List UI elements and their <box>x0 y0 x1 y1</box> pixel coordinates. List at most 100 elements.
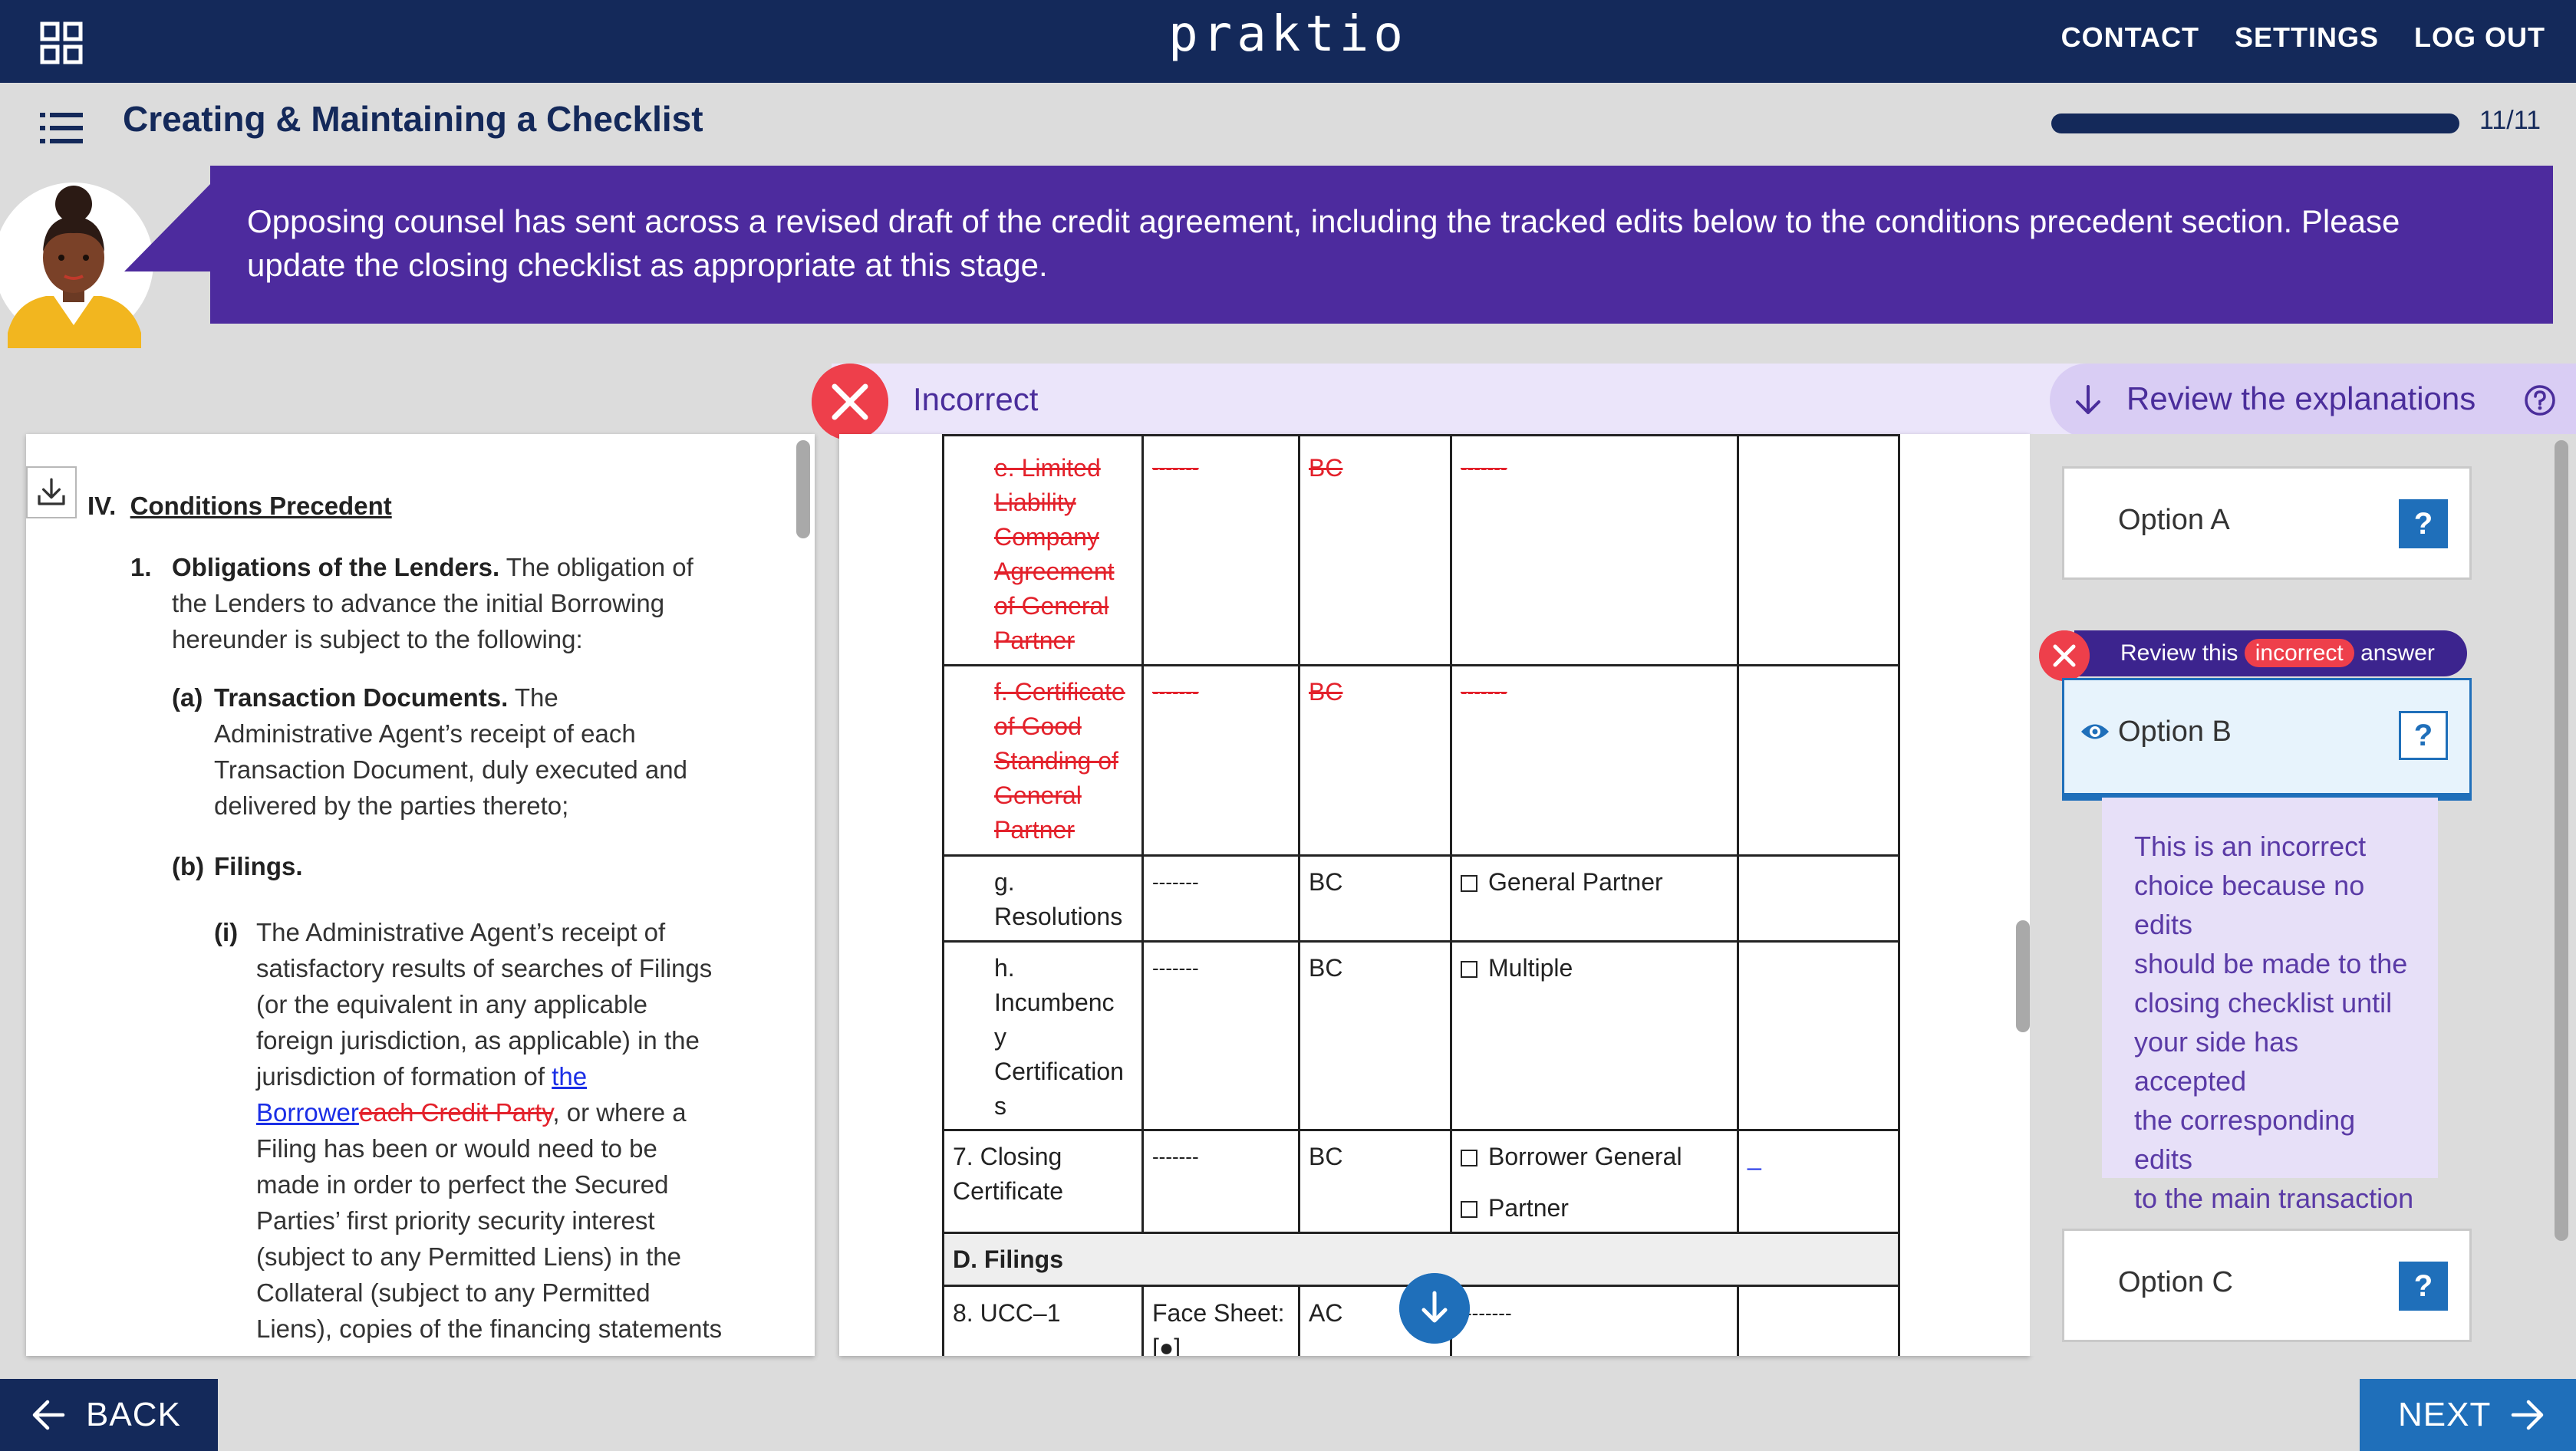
row-h-draft: ------- <box>1152 956 1199 979</box>
option-c-label: Option C <box>2118 1266 2233 1298</box>
eye-icon <box>2081 724 2109 739</box>
row-e-draft: ------- <box>1152 456 1199 479</box>
row-8-responsible: AC <box>1309 1299 1343 1327</box>
status-label: Incorrect <box>913 381 1039 417</box>
next-label: NEXT <box>2398 1396 2492 1433</box>
clause-b-heading: Filings. <box>214 852 303 880</box>
option-a[interactable]: Option A ? <box>2062 466 2472 580</box>
options-scrollbar[interactable] <box>2555 440 2568 1241</box>
table-border <box>942 1129 1900 1131</box>
option-c[interactable]: Option C ? <box>2062 1229 2472 1342</box>
table-border <box>1450 434 1452 1232</box>
row-f-document: f. Certificate of Good Standing of General… <box>994 678 1125 844</box>
option-b[interactable]: Option B ? <box>2062 678 2472 801</box>
paragraph-number: 1. <box>130 553 152 581</box>
row-7-status: _ <box>1748 1143 1761 1170</box>
option-a-help-button[interactable]: ? <box>2399 499 2448 548</box>
option-b-label: Option B <box>2118 716 2232 748</box>
row-g-document: g. Resolutions <box>994 868 1123 930</box>
review-answer-banner[interactable]: Review this incorrect answer <box>2074 630 2467 676</box>
document-scrollbar[interactable] <box>796 440 810 538</box>
top-nav: CONTACT SETTINGS LOG OUT <box>2061 21 2545 54</box>
download-icon[interactable] <box>26 466 77 518</box>
page: praktio CONTACT SETTINGS LOG OUT Creatin… <box>0 0 2576 1451</box>
table-border <box>942 664 1900 666</box>
row-7-document: 7. Closing Certificate <box>953 1143 1064 1205</box>
clause-b-number: (b) <box>172 852 205 880</box>
row-g-responsible: BC <box>1309 868 1343 896</box>
checkbox-icon[interactable] <box>1461 1150 1477 1166</box>
row-7-draft: ------- <box>1152 1145 1199 1168</box>
explanation-box: This is an incorrect choice because no ed… <box>2102 798 2438 1253</box>
next-button[interactable]: NEXT <box>2360 1379 2576 1451</box>
prompt-bubble: Opposing counsel has sent across a revis… <box>210 166 2553 324</box>
clause-i-number: (i) <box>214 918 239 946</box>
row-f-signatory: ------- <box>1461 680 1507 703</box>
speech-tail <box>124 181 213 271</box>
incorrect-icon <box>2039 630 2090 681</box>
clause-i: The Administrative Agent’s receipt of sa… <box>256 918 723 1343</box>
row-f-responsible: BC <box>1309 678 1343 706</box>
checkbox-icon[interactable] <box>1461 1201 1477 1218</box>
top-bar: praktio CONTACT SETTINGS LOG OUT <box>0 0 2576 83</box>
row-7-responsible: BC <box>1309 1143 1343 1170</box>
progress-bar <box>2051 114 2459 133</box>
contact-link[interactable]: CONTACT <box>2061 21 2199 54</box>
table-border <box>942 854 1900 857</box>
arrow-right-icon <box>2511 1400 2544 1430</box>
row-h-document: h. Incumbenc y Certification s <box>994 954 1124 1120</box>
options-panel: Option A ? Review this incorrect answer … <box>2030 434 2576 1356</box>
list-menu-icon[interactable] <box>40 111 83 145</box>
row-f-draft: ------- <box>1152 680 1199 703</box>
table-border <box>1737 434 1739 1232</box>
row-e-signatory: ------- <box>1461 456 1507 479</box>
table-scrollbar[interactable] <box>2016 920 2030 1032</box>
prompt-line-2: update the closing checklist as appropri… <box>247 247 1048 283</box>
section-heading: IV. Conditions Precedent <box>87 488 392 524</box>
table-border <box>1141 434 1144 1356</box>
table-border <box>942 434 1900 436</box>
logout-link[interactable]: LOG OUT <box>2414 21 2545 54</box>
back-button[interactable]: BACK <box>0 1379 218 1451</box>
row-8-document: 8. UCC–1 <box>953 1299 1061 1327</box>
checkbox-icon[interactable] <box>1461 961 1477 978</box>
course-header: Creating & Maintaining a Checklist 11/11 <box>0 83 2576 166</box>
table-border <box>942 434 944 1356</box>
row-h-responsible: BC <box>1309 954 1343 982</box>
tracked-insertion: the <box>552 1062 588 1091</box>
row-e-document: e. Limited Liability Company Agreement of G… <box>994 454 1115 654</box>
course-title: Creating & Maintaining a Checklist <box>123 99 703 139</box>
review-explanations-label[interactable]: Review the explanations <box>2126 380 2476 417</box>
row-8-signatory: ------- <box>1465 1301 1512 1324</box>
arrow-left-icon <box>32 1400 65 1430</box>
checkbox-icon[interactable] <box>1461 875 1477 892</box>
progress-counter: 11/11 <box>2479 106 2541 135</box>
row-e-responsible: BC <box>1309 454 1343 482</box>
scroll-down-button[interactable] <box>1399 1273 1470 1344</box>
row-8-draft: Face Sheet: [●] <box>1152 1299 1285 1356</box>
row-h-signatory: Multiple <box>1461 951 1573 985</box>
row-7-signatory: Borrower General Partner <box>1461 1140 1682 1226</box>
prompt-line-1: Opposing counsel has sent across a revis… <box>247 203 2400 239</box>
arrow-down-icon <box>2076 385 2100 414</box>
table-border <box>1298 434 1300 1232</box>
document-panel[interactable]: IV. Conditions Precedent 1. Obligations … <box>26 434 815 1356</box>
table-border <box>1898 434 1900 1356</box>
section-number: IV. <box>87 492 117 520</box>
incorrect-badge: incorrect <box>2244 639 2354 667</box>
clause-a-number: (a) <box>172 683 203 712</box>
incorrect-icon <box>812 364 888 440</box>
table-border <box>1298 1287 1300 1356</box>
section-d-heading: D. Filings <box>953 1245 1063 1273</box>
tracked-insertion: Borrower <box>256 1098 359 1127</box>
tracked-deletion: each Credit Party <box>358 1098 553 1127</box>
paragraph-1: Obligations of the Lenders. The obligati… <box>172 553 693 653</box>
option-c-help-button[interactable]: ? <box>2399 1262 2448 1311</box>
option-b-help-button[interactable]: ? <box>2399 711 2448 760</box>
settings-link[interactable]: SETTINGS <box>2235 21 2379 54</box>
help-circle-icon[interactable] <box>2524 384 2556 416</box>
option-a-label: Option A <box>2118 504 2230 536</box>
section-title: Conditions Precedent <box>130 492 392 520</box>
clause-a: Transaction Documents. The Administrativ… <box>214 683 687 820</box>
checklist-table-panel[interactable]: e. Limited Liability Company Agreement of G… <box>839 434 2030 1356</box>
